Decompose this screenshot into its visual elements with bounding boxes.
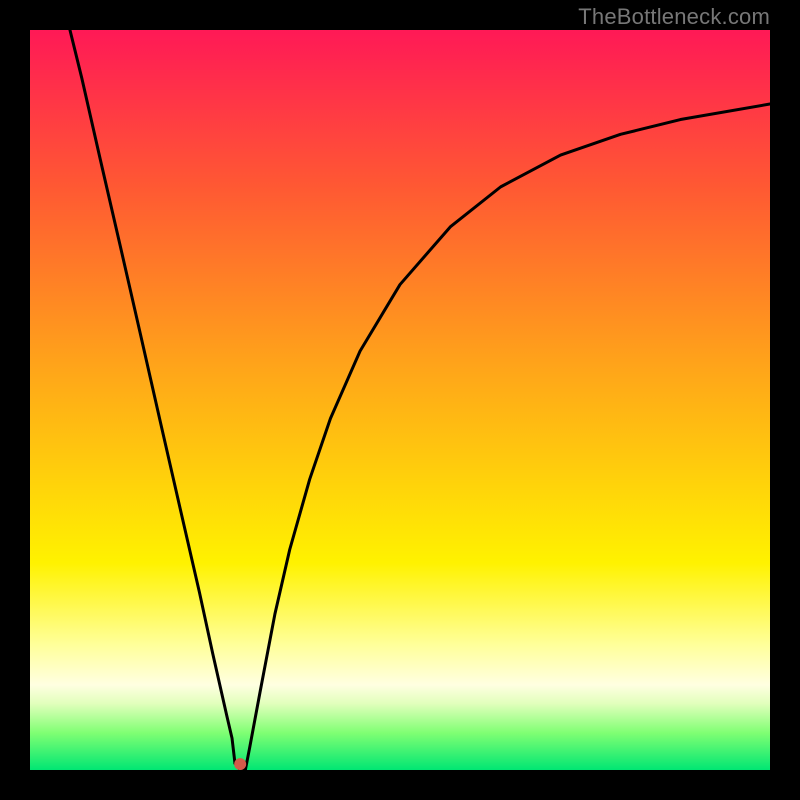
curve-left-branch (70, 30, 235, 763)
chart-svg (30, 30, 770, 770)
curve-right-branch (245, 104, 770, 770)
plot-area (30, 30, 770, 770)
attribution-text: TheBottleneck.com (578, 4, 770, 30)
chart-container: TheBottleneck.com (0, 0, 800, 800)
minimum-marker (234, 758, 246, 770)
